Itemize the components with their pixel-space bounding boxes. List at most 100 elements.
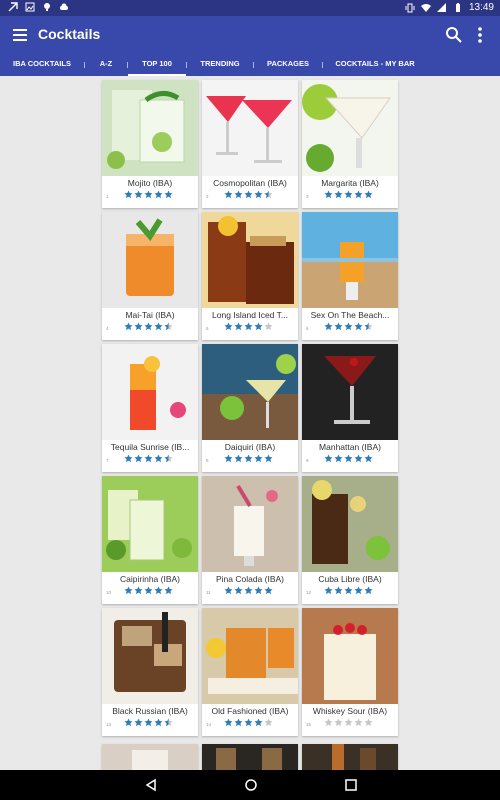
cocktail-photo xyxy=(102,212,198,308)
cocktail-rank: 3 xyxy=(306,194,309,199)
back-icon[interactable] xyxy=(144,778,158,792)
vibrate-icon xyxy=(405,3,415,13)
star-empty-icon xyxy=(264,322,273,331)
star-filled-icon xyxy=(234,586,243,595)
cocktail-photo xyxy=(102,608,198,704)
star-filled-icon xyxy=(224,586,233,595)
search-icon[interactable] xyxy=(444,25,464,45)
lightbulb-icon xyxy=(44,3,50,11)
status-bar: 13:49 xyxy=(0,0,500,16)
star-filled-icon xyxy=(134,322,143,331)
star-filled-icon xyxy=(134,454,143,463)
star-filled-icon xyxy=(134,718,143,727)
cocktail-card[interactable]: Long Island Iced T... 5 xyxy=(202,212,298,340)
cocktail-rank: 8 xyxy=(206,458,209,463)
cocktail-rank: 10 xyxy=(106,590,112,595)
cocktail-name: Daiquiri (IBA) xyxy=(224,442,276,452)
wifi-icon xyxy=(420,4,431,12)
cocktail-grid: Mojito (IBA) 1 Cosmopolitan (IBA) 2 Margarit… xyxy=(102,80,398,736)
star-filled-icon xyxy=(264,586,273,595)
tab-top-100[interactable]: TOP 100 xyxy=(128,54,186,76)
star-filled-icon xyxy=(224,718,233,727)
tab-a-z[interactable]: A-Z xyxy=(85,54,127,76)
cocktail-rank: 6 xyxy=(306,326,309,331)
tab-cocktails-my-bar[interactable]: COCKTAILS - MY BAR xyxy=(323,54,427,76)
star-half-icon xyxy=(164,454,173,463)
star-filled-icon xyxy=(234,322,243,331)
cocktail-rank: 9 xyxy=(306,458,309,463)
star-filled-icon xyxy=(244,586,253,595)
cocktail-rank: 1 xyxy=(106,194,109,199)
cocktail-photo xyxy=(302,80,398,176)
star-filled-icon xyxy=(224,322,233,331)
star-filled-icon xyxy=(134,190,143,199)
cocktail-card[interactable]: Cosmopolitan (IBA) 2 xyxy=(202,80,298,208)
cocktail-card-partial[interactable] xyxy=(302,744,398,770)
cocktail-photo xyxy=(302,344,398,440)
cocktail-card[interactable]: Daiquiri (IBA) 8 xyxy=(202,344,298,472)
star-empty-icon xyxy=(354,718,363,727)
rating-stars xyxy=(224,454,273,463)
cocktail-name: Long Island Iced T... xyxy=(212,310,288,320)
cocktail-card-partial[interactable] xyxy=(202,744,298,770)
cocktail-card[interactable]: Old Fashioned (IBA) 14 xyxy=(202,608,298,736)
cocktail-photo xyxy=(302,476,398,572)
star-empty-icon xyxy=(324,718,333,727)
cocktail-name: Black Russian (IBA) xyxy=(112,706,188,716)
tab-trending[interactable]: TRENDING xyxy=(187,54,253,76)
star-filled-icon xyxy=(254,718,263,727)
app-bar: Cocktails xyxy=(0,16,500,54)
menu-icon[interactable] xyxy=(10,25,30,45)
cocktail-card[interactable]: Caipirinha (IBA) 10 xyxy=(102,476,198,604)
star-filled-icon xyxy=(344,190,353,199)
star-filled-icon xyxy=(364,190,373,199)
star-filled-icon xyxy=(324,454,333,463)
cocktail-name: Manhattan (IBA) xyxy=(319,442,381,452)
star-half-icon xyxy=(364,322,373,331)
cocktail-photo xyxy=(102,476,198,572)
star-filled-icon xyxy=(334,190,343,199)
more-options-icon[interactable] xyxy=(470,25,490,45)
rating-stars xyxy=(224,190,273,199)
cloud-icon xyxy=(60,3,68,10)
tab-packages[interactable]: PACKAGES xyxy=(254,54,322,76)
cocktail-rank: 12 xyxy=(306,590,312,595)
cocktail-card-partial[interactable] xyxy=(102,744,198,770)
cocktail-card[interactable]: Manhattan (IBA) 9 xyxy=(302,344,398,472)
star-filled-icon xyxy=(234,190,243,199)
battery-icon xyxy=(455,3,460,12)
cocktail-card[interactable]: Sex On The Beach... 6 xyxy=(302,212,398,340)
star-filled-icon xyxy=(334,322,343,331)
cocktail-rank: 7 xyxy=(106,458,109,463)
cocktail-card[interactable]: Mojito (IBA) 1 xyxy=(102,80,198,208)
cocktail-photo xyxy=(202,212,298,308)
star-half-icon xyxy=(264,190,273,199)
star-filled-icon xyxy=(324,586,333,595)
cocktail-card[interactable]: Whiskey Sour (IBA) 15 xyxy=(302,608,398,736)
cocktail-card[interactable]: Mai-Tai (IBA) 4 xyxy=(102,212,198,340)
recent-apps-icon[interactable] xyxy=(344,778,358,792)
cocktail-card[interactable]: Cuba Libre (IBA) 12 xyxy=(302,476,398,604)
rating-stars xyxy=(124,718,173,727)
cocktail-card[interactable]: Tequila Sunrise (IB... 7 xyxy=(102,344,198,472)
cocktail-name: Old Fashioned (IBA) xyxy=(211,706,289,716)
rating-stars xyxy=(324,718,373,727)
star-filled-icon xyxy=(154,586,163,595)
send-icon xyxy=(8,2,18,12)
star-filled-icon xyxy=(244,190,253,199)
star-filled-icon xyxy=(154,718,163,727)
app-title: Cocktails xyxy=(38,26,101,42)
star-filled-icon xyxy=(164,586,173,595)
cocktail-card[interactable]: Margarita (IBA) 3 xyxy=(302,80,398,208)
cocktail-photo xyxy=(102,80,198,176)
tab-iba-cocktails[interactable]: IBA COCKTAILS xyxy=(0,54,84,76)
cocktail-name: Cosmopolitan (IBA) xyxy=(213,178,287,188)
star-filled-icon xyxy=(354,454,363,463)
cocktail-card[interactable]: Pina Colada (IBA) 11 xyxy=(202,476,298,604)
home-icon[interactable] xyxy=(244,778,258,792)
cocktail-name: Sex On The Beach... xyxy=(310,310,390,320)
star-filled-icon xyxy=(264,454,273,463)
rating-stars xyxy=(224,586,273,595)
cocktail-card[interactable]: Black Russian (IBA) 13 xyxy=(102,608,198,736)
image-icon xyxy=(25,2,35,12)
